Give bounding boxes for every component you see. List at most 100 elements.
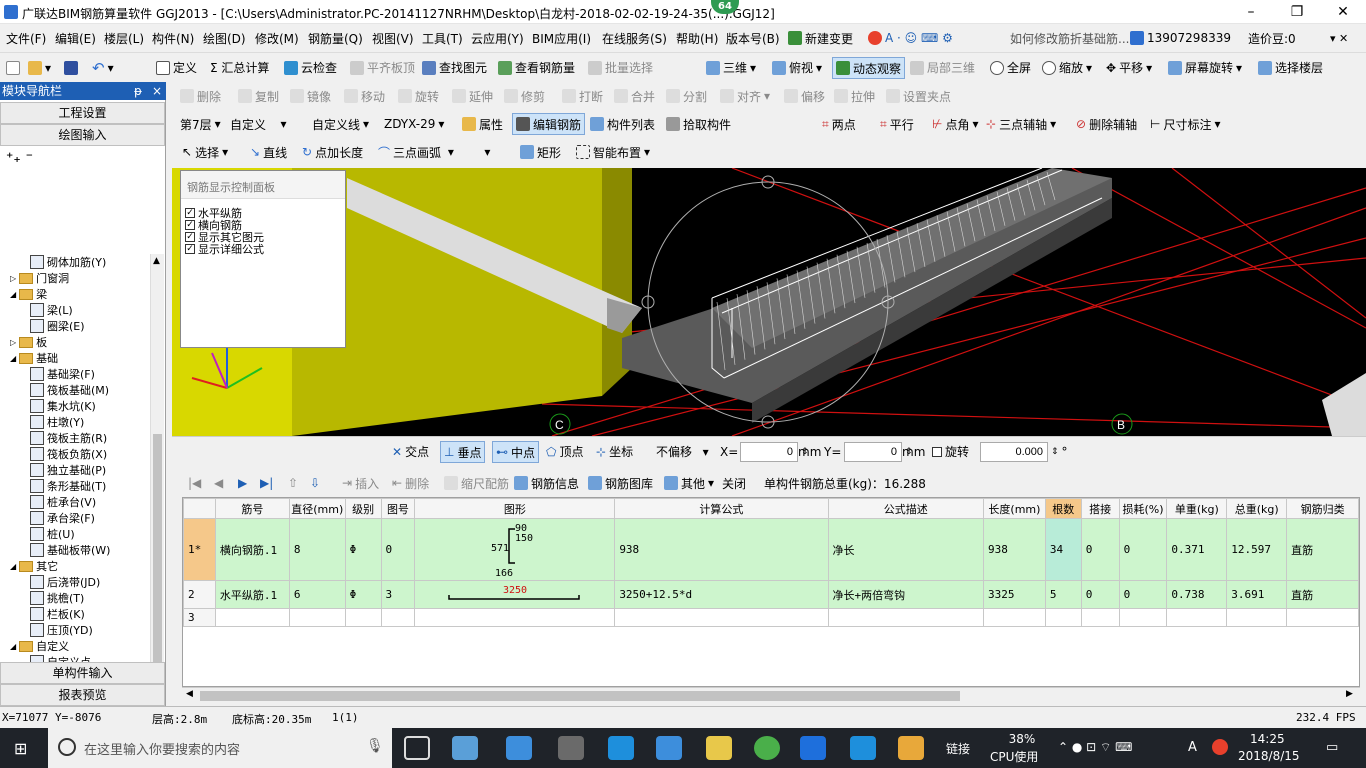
extend-button[interactable]: 延伸: [452, 82, 493, 110]
menu-help[interactable]: 帮助(H): [676, 24, 718, 52]
collapse-icon[interactable]: ◢: [10, 562, 16, 571]
new-change-button[interactable]: 新建变更: [788, 24, 853, 52]
table-cell-name[interactable]: 横向钢筋.1: [214, 518, 290, 581]
menu-online[interactable]: 在线服务(S): [602, 24, 667, 52]
app-icon-ie[interactable]: [506, 736, 532, 760]
sogou-tray-icon[interactable]: [1212, 739, 1228, 755]
view-rebar-qty-button[interactable]: 查看钢筋量: [498, 53, 575, 82]
menu-modify[interactable]: 修改(M): [255, 24, 299, 52]
set-grip-button[interactable]: 设置夹点: [886, 82, 951, 110]
tree-item[interactable]: 压顶(YD): [30, 622, 93, 638]
expand-collapse-icons[interactable]: ⁺₊ ⁻: [6, 150, 33, 166]
taskbar-search[interactable]: 在这里输入你要搜索的内容: [48, 728, 392, 768]
table-cell-unit[interactable]: 0.371: [1166, 518, 1228, 581]
table-cell-no[interactable]: 2: [183, 580, 216, 609]
sogou-ime-bar[interactable]: A · ☺ ⌨ ⚙: [868, 24, 953, 52]
menu-bim[interactable]: BIM应用(I): [532, 24, 591, 52]
other-button[interactable]: 其他 ▾: [664, 470, 714, 496]
tree-item[interactable]: 栏板(K): [30, 606, 85, 622]
task-view-icon[interactable]: [404, 736, 430, 760]
delete-aux-button[interactable]: ⊘ 删除辅轴: [1076, 110, 1137, 138]
table-cell-fig[interactable]: 0: [380, 518, 416, 581]
column-header[interactable]: 长度(mm): [983, 498, 1046, 519]
two-points-button[interactable]: ⌗ 两点: [822, 110, 856, 138]
parallel-button[interactable]: ⌗ 平行: [880, 110, 914, 138]
table-cell-lap[interactable]: [1080, 608, 1120, 627]
clock-time[interactable]: 14:25: [1250, 732, 1285, 746]
tree-item[interactable]: 梁(L): [30, 302, 73, 318]
menu-version[interactable]: 版本号(B): [726, 24, 780, 52]
tree-item[interactable]: ◢ 自定义: [10, 638, 69, 654]
table-cell-dia[interactable]: 8: [288, 518, 346, 581]
tree-vertical-scrollbar[interactable]: ▲ ▼: [150, 254, 164, 724]
column-header[interactable]: 计算公式: [614, 498, 829, 519]
table-cell-len[interactable]: [983, 608, 1046, 627]
menu-draw[interactable]: 绘图(D): [203, 24, 246, 52]
table-cell-fig[interactable]: [380, 608, 416, 627]
three-point-arc-button[interactable]: ⌒ 三点画弧 ▾ ▾: [378, 138, 490, 166]
table-cell-name[interactable]: 水平纵筋.1: [214, 580, 290, 609]
table-cell-desc[interactable]: [827, 608, 985, 627]
column-header[interactable]: 图形: [414, 498, 616, 519]
app-icon-360[interactable]: [754, 736, 780, 760]
table-cell-name[interactable]: [214, 608, 290, 627]
prev-row-button[interactable]: ◀: [214, 470, 223, 496]
table-cell-count[interactable]: 5: [1044, 580, 1082, 609]
table-cell-no[interactable]: 3: [183, 608, 216, 627]
move-down-button[interactable]: ⇩: [310, 470, 320, 496]
delete-row-button[interactable]: ⇤ 删除: [392, 470, 429, 496]
menu-cloud[interactable]: 云应用(Y): [471, 24, 524, 52]
table-cell-dia[interactable]: [288, 608, 346, 627]
tree-item[interactable]: ▷ 门窗洞: [10, 270, 69, 286]
rebar-library-button[interactable]: 钢筋图库: [588, 470, 653, 496]
floor-select[interactable]: 第7层 ▾: [180, 110, 221, 138]
rectangle-tool-button[interactable]: 矩形: [520, 138, 561, 166]
table-row[interactable]: 2 水平纵筋.1 6 Φ 3 3250 3250+12.5*d 净长+两倍弯钩 3325 5 0 0 0…: [183, 580, 1359, 609]
tree-item[interactable]: 独立基础(P): [30, 462, 106, 478]
component-list-button[interactable]: 构件列表: [590, 110, 655, 138]
table-cell-unit[interactable]: [1166, 608, 1228, 627]
split-button[interactable]: 分割: [666, 82, 707, 110]
menu-view[interactable]: 视图(V): [372, 24, 414, 52]
table-cell-shape[interactable]: 3250: [414, 580, 616, 609]
link-label[interactable]: 链接: [946, 740, 970, 757]
tree-item[interactable]: 筏板基础(M): [30, 382, 109, 398]
minimize-button[interactable]: –: [1228, 0, 1274, 24]
open-file-button[interactable]: ▾: [28, 53, 51, 82]
type-select[interactable]: 自定义 ▾: [230, 110, 286, 138]
expand-icon[interactable]: ▷: [10, 274, 16, 283]
table-cell-shape[interactable]: 90 150 571 166: [414, 518, 616, 581]
table-cell-dia[interactable]: 6: [288, 580, 346, 609]
snap-intersection-button[interactable]: ✕ 交点: [392, 437, 429, 466]
menu-tools[interactable]: 工具(T): [422, 24, 463, 52]
table-cell-total[interactable]: 12.597: [1226, 518, 1288, 581]
tree-item[interactable]: 筏板负筋(X): [30, 446, 107, 462]
project-settings-button[interactable]: 工程设置: [0, 102, 165, 124]
select-tool-button[interactable]: ↖ 选择 ▾: [182, 138, 228, 166]
copy-button[interactable]: 复制: [238, 82, 279, 110]
checkbox-show-detailed-formula[interactable]: ✓ 显示详细公式: [181, 243, 345, 256]
new-file-button[interactable]: [6, 53, 20, 82]
tree-item[interactable]: 后浇带(JD): [30, 574, 100, 590]
app-icon-edge[interactable]: [608, 736, 634, 760]
save-button[interactable]: [64, 53, 78, 82]
table-cell-len[interactable]: 938: [983, 518, 1046, 581]
column-header[interactable]: [183, 498, 216, 519]
windows-start-icon[interactable]: ⊞: [14, 739, 27, 758]
table-cell-desc[interactable]: 净长: [827, 518, 985, 581]
draw-input-button[interactable]: 绘图输入: [0, 124, 165, 146]
select-floor-button[interactable]: 选择楼层: [1258, 53, 1323, 82]
y-input[interactable]: [844, 441, 902, 462]
menu-expand-icon[interactable]: ▾ ✕: [1330, 24, 1348, 52]
x-input[interactable]: [740, 441, 798, 462]
collapse-icon[interactable]: ◢: [10, 354, 16, 363]
last-row-button[interactable]: ▶|: [260, 470, 273, 496]
user-account[interactable]: 13907298339: [1130, 24, 1231, 52]
menu-component[interactable]: 构件(N): [152, 24, 194, 52]
column-header[interactable]: 直径(mm): [288, 498, 346, 519]
app-icon-glodon[interactable]: [800, 736, 826, 760]
delete-button[interactable]: 删除: [180, 82, 221, 110]
dynamic-orbit-button[interactable]: 动态观察: [832, 57, 906, 79]
trim-button[interactable]: 修剪: [504, 82, 545, 110]
close-button[interactable]: ✕: [1320, 0, 1366, 24]
